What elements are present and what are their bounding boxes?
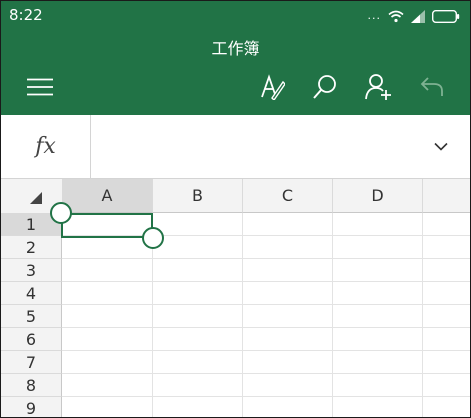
grid-col-line xyxy=(422,213,423,417)
selection-handle-bottom-right[interactable] xyxy=(142,227,164,249)
search-icon xyxy=(313,75,336,99)
share-person-add-icon xyxy=(365,74,391,100)
grid-row-line xyxy=(62,281,470,282)
select-all-triangle-icon xyxy=(30,192,42,204)
row-header-6[interactable]: 6 xyxy=(1,328,62,351)
share-button[interactable] xyxy=(362,70,396,104)
formula-bar: fx xyxy=(1,115,470,179)
row-header-9[interactable]: 9 xyxy=(1,397,62,417)
status-bar: 8:22 ... xyxy=(1,1,470,30)
overflow-dots: ... xyxy=(367,9,381,22)
function-button[interactable]: fx xyxy=(1,115,91,178)
workbook-title: 工作簿 xyxy=(211,39,260,58)
column-header-d[interactable]: D xyxy=(333,179,423,213)
status-time: 8:22 xyxy=(9,6,43,24)
undo-icon xyxy=(420,77,443,96)
excel-mobile-window: 8:22 ... 工作簿 fx A B C D 1 2 3 4 5 6 7 8 … xyxy=(0,0,471,418)
row-header-8[interactable]: 8 xyxy=(1,374,62,397)
row-header-7[interactable]: 7 xyxy=(1,351,62,374)
menu-icon xyxy=(27,78,53,96)
chevron-down-icon xyxy=(434,142,448,151)
edit-format-button[interactable] xyxy=(255,70,289,104)
column-header-a[interactable]: A xyxy=(62,179,153,213)
row-header-3[interactable]: 3 xyxy=(1,259,62,282)
wifi-icon xyxy=(388,10,404,22)
grid-row-line xyxy=(62,350,470,351)
grid-col-line xyxy=(242,213,243,417)
formula-expand-button[interactable] xyxy=(430,135,452,157)
menu-button[interactable] xyxy=(23,70,57,104)
grid-row-line xyxy=(62,373,470,374)
grid-col-line xyxy=(332,213,333,417)
title-bar: 工作簿 xyxy=(1,30,470,60)
grid-row-line xyxy=(62,304,470,305)
column-header-b[interactable]: B xyxy=(153,179,243,213)
column-header-e[interactable] xyxy=(423,179,470,213)
row-header-5[interactable]: 5 xyxy=(1,305,62,328)
status-icons: ... xyxy=(368,8,461,24)
undo-button[interactable] xyxy=(415,70,449,104)
toolbar xyxy=(1,60,470,115)
row-header-2[interactable]: 2 xyxy=(1,236,62,259)
signal-icon xyxy=(411,9,425,23)
column-header-c[interactable]: C xyxy=(243,179,333,213)
battery-icon xyxy=(432,9,460,23)
search-button[interactable] xyxy=(308,70,342,104)
grid-row-line xyxy=(62,258,470,259)
grid-row-line xyxy=(62,396,470,397)
edit-format-icon xyxy=(261,74,285,100)
selected-cell-a1[interactable] xyxy=(61,213,153,238)
formula-input[interactable] xyxy=(91,115,421,178)
row-header-4[interactable]: 4 xyxy=(1,282,62,305)
grid-row-line xyxy=(62,327,470,328)
selection-handle-top-left[interactable] xyxy=(50,202,72,224)
fx-label: fx xyxy=(35,134,56,159)
